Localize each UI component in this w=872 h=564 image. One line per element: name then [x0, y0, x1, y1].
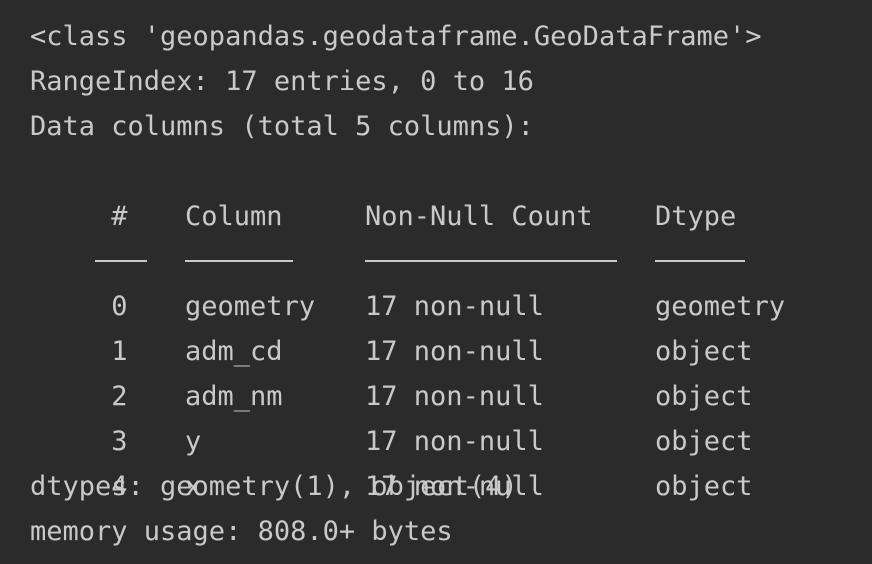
class-line: <class 'geopandas.geodataframe.GeoDataFr… [30, 21, 762, 52]
range-index-line: RangeIndex: 17 entries, 0 to 16 [30, 66, 534, 97]
row-non-null: 17 non-null [365, 336, 544, 367]
data-columns-line: Data columns (total 5 columns): [30, 111, 534, 142]
separator-column [185, 259, 294, 262]
memory-usage-line: memory usage: 808.0+ bytes [30, 516, 453, 547]
row-non-null: 17 non-null [365, 381, 544, 412]
row-num: 1 [95, 336, 128, 367]
separator-dtype [655, 259, 746, 262]
row-column: adm_cd [185, 336, 283, 367]
row-dtype: object [655, 426, 753, 457]
row-num: 3 [95, 426, 128, 457]
console-output: <class 'geopandas.geodataframe.GeoDataFr… [0, 0, 872, 564]
row-column: adm_nm [185, 381, 283, 412]
row-dtype: object [655, 471, 753, 502]
row-non-null: 17 non-null [365, 426, 544, 457]
header-dtype: Dtype [655, 201, 737, 232]
separator-num [95, 259, 148, 262]
row-non-null: 17 non-null [365, 291, 544, 322]
header-column: Column [185, 201, 283, 232]
table-header-row: # Column Non-Null Count Dtype [30, 149, 872, 232]
row-dtype: object [655, 381, 753, 412]
separator-non-null [365, 259, 618, 262]
header-num: # [95, 201, 128, 232]
row-column: geometry [185, 291, 316, 322]
row-column: y [185, 426, 202, 457]
row-num: 0 [95, 291, 128, 322]
row-dtype: geometry [655, 291, 786, 322]
row-dtype: object [655, 336, 753, 367]
row-num: 2 [95, 381, 128, 412]
header-non-null-count: Non-Null Count [365, 201, 593, 232]
